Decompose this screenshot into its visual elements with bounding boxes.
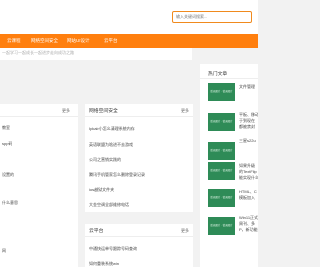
article-title-line: 文件管理 xyxy=(239,84,255,89)
article-title[interactable]: HTML、C 模板加入 xyxy=(239,189,258,201)
nav-item-course[interactable]: 云课程 xyxy=(7,34,21,48)
left-panel: 更多 教室 spp码 设置的 什么意思 网 xyxy=(0,104,78,267)
list-item[interactable]: 中通快运单号跟踪号码查询 xyxy=(89,246,137,252)
list-item[interactable]: Ipkalr小怎么清理系统内存 xyxy=(89,126,135,132)
security-divider xyxy=(85,116,193,117)
list-item[interactable]: 网 xyxy=(2,248,6,254)
hot-articles-title: 热门文章 xyxy=(208,72,228,77)
cloud-panel: 云平台 更多 中通快运单号跟踪号码查询 如何重装系统win xyxy=(85,224,193,267)
nav-item-ui-design[interactable]: 网站UI设计 xyxy=(67,34,90,48)
article-title-line: 能实现什么 xyxy=(239,175,258,180)
nav-item-cloud[interactable]: 云平台 xyxy=(104,34,118,48)
security-panel: 网络空间安全 更多 Ipkalr小怎么清理系统内存 英语联盟为啥进不去游戏 公司… xyxy=(85,104,193,212)
list-item[interactable]: 教室 xyxy=(2,125,10,131)
list-item[interactable]: ios越狱文件夹 xyxy=(89,187,114,193)
hot-divider xyxy=(200,78,258,79)
article-thumbnail[interactable]: 暂无图片 · 暂无图片 xyxy=(208,189,235,207)
article-thumbnail[interactable]: 暂无图片 · 暂无图片 xyxy=(208,162,235,180)
cloud-panel-title: 云平台 xyxy=(89,229,104,234)
article-thumbnail[interactable]: 暂无图片 · 暂无图片 xyxy=(208,83,235,101)
security-panel-title: 网络空间安全 xyxy=(89,109,118,114)
article-title-line: P，新功能 xyxy=(239,227,258,232)
cloud-divider xyxy=(85,236,193,237)
list-item[interactable]: 如何重装系统win xyxy=(89,261,119,267)
breadcrumb: 一起学习一起成长一起进步走向成功之路 xyxy=(0,48,192,60)
article-title-line: 三星s22u xyxy=(239,138,256,143)
list-item[interactable]: 腾讯手机管家怎么删除登录记录 xyxy=(89,172,145,178)
article-thumbnail[interactable]: 暂无图片 · 暂无图片 xyxy=(208,142,235,160)
article-thumbnail[interactable]: 暂无图片 · 暂无图片 xyxy=(208,217,235,235)
article-title[interactable]: 文件管理 xyxy=(239,84,258,90)
nav-item-security[interactable]: 网络空间安全 xyxy=(31,34,58,48)
list-item[interactable]: 设置的 xyxy=(2,172,14,178)
list-item[interactable]: spp码 xyxy=(2,141,12,147)
list-item[interactable]: 英语联盟为啥进不去游戏 xyxy=(89,142,133,148)
article-title-line: 模板加入 xyxy=(239,195,255,200)
list-item[interactable]: 什么意思 xyxy=(2,200,18,206)
left-more-link[interactable]: 更多 xyxy=(62,108,70,114)
list-item[interactable]: 大金空调全部维修电话 xyxy=(89,202,129,208)
security-more-link[interactable]: 更多 xyxy=(181,108,189,114)
hot-articles: 热门文章 暂无图片 · 暂无图片 文件管理 暂无图片 · 暂无图片 平板、移动 … xyxy=(200,64,258,267)
article-title[interactable]: 平板、移动 于到现在 都被禁封 xyxy=(239,112,258,130)
cloud-more-link[interactable]: 更多 xyxy=(181,228,189,234)
list-item[interactable]: 公司之营销实践的 xyxy=(89,157,121,163)
article-title[interactable]: 如果升级 的TextFlip 能实现什么 xyxy=(239,163,258,181)
main-nav: 云课程 网络空间安全 网站UI设计 云平台 xyxy=(0,34,258,48)
article-thumbnail[interactable]: 暂无图片 · 暂无图片 xyxy=(208,113,235,131)
top-header xyxy=(0,0,258,34)
article-title[interactable]: Win11正式 周刊、多 P，新功能 xyxy=(239,215,258,233)
breadcrumb-text: 一起学习一起成长一起进步走向成功之路 xyxy=(2,50,74,55)
search-input[interactable] xyxy=(172,11,252,23)
article-title[interactable]: 三星s22u xyxy=(239,138,258,144)
article-title-line: 都被禁封 xyxy=(239,124,255,129)
left-divider xyxy=(0,116,78,117)
